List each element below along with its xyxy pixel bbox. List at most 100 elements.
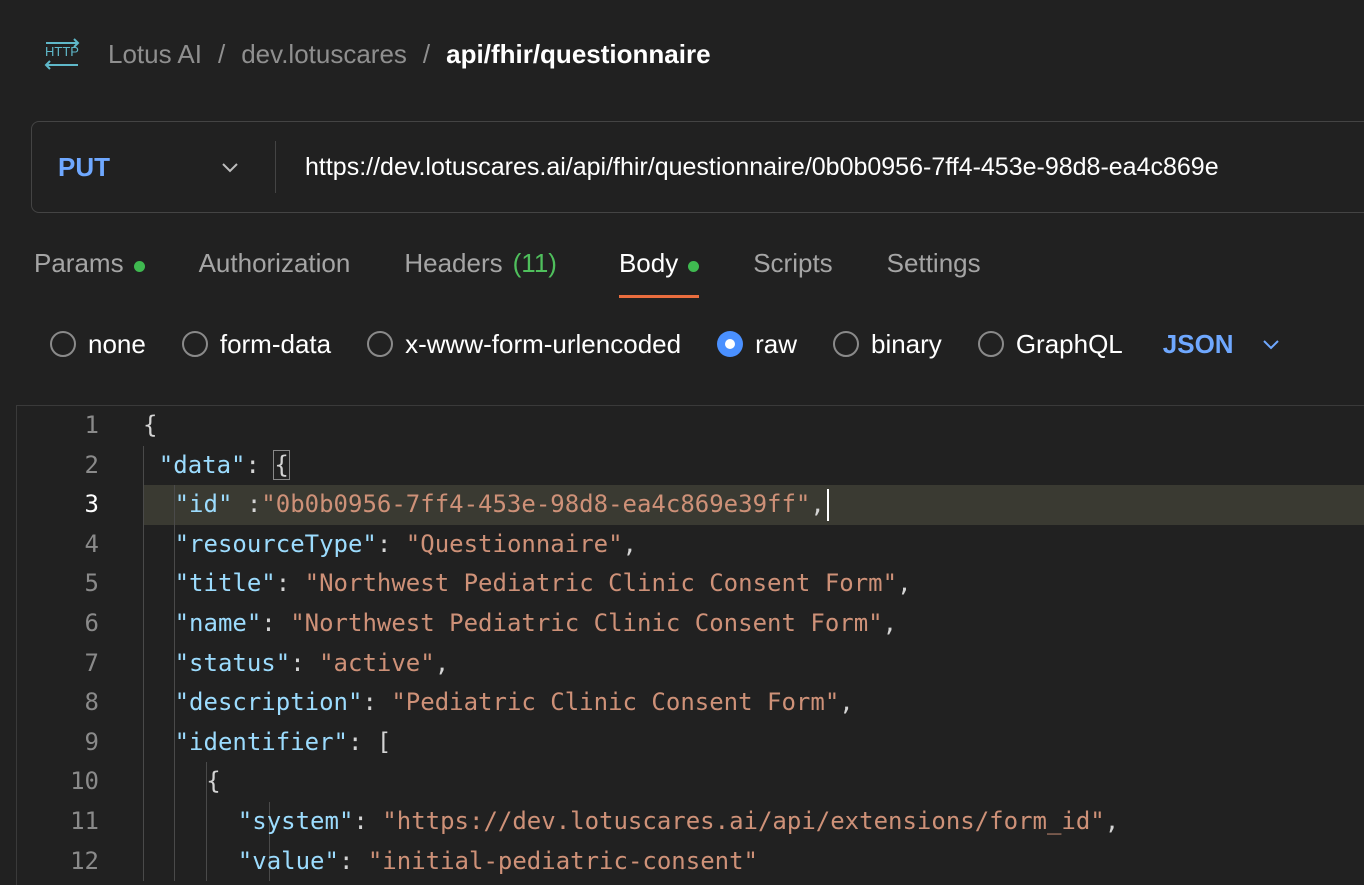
code-line[interactable]: 3 "id" :"0b0b0956-7ff4-453e-98d8-ea4c869e…: [17, 485, 1364, 525]
body-type-form-data[interactable]: form-data: [181, 328, 332, 360]
code-line[interactable]: 6 "name": "Northwest Pediatric Clinic Con…: [17, 603, 1364, 644]
tab-label: Params: [34, 248, 124, 278]
radio-button[interactable]: [181, 331, 208, 357]
tab-label: Headers: [404, 248, 503, 278]
indent-guide: [174, 841, 175, 882]
tab-label: Authorization: [198, 248, 351, 278]
indent-guide: [143, 643, 144, 684]
json-key: "value": [237, 846, 339, 875]
indent-guide: [143, 841, 144, 882]
json-punctuation: ,: [1104, 806, 1120, 835]
json-key: "title": [174, 569, 276, 598]
line-content: {: [143, 406, 1364, 446]
json-punctuation: :: [261, 608, 291, 637]
json-key: "resourceType": [174, 529, 377, 558]
indent-guide: [143, 722, 144, 763]
code-line[interactable]: 10 {: [17, 762, 1364, 802]
code-text: "value": "initial-pediatric-consent": [238, 842, 758, 882]
code-text: {: [143, 406, 157, 446]
tab-scripts[interactable]: Scripts: [753, 240, 832, 298]
code-line[interactable]: 8 "description": "Pediatric Clinic Consen…: [17, 683, 1364, 723]
breadcrumb-workspace[interactable]: Lotus AI: [108, 39, 202, 70]
code-line[interactable]: 9 "identifier": [: [17, 722, 1364, 763]
tab-body[interactable]: Body: [618, 240, 700, 298]
indent-guide: [206, 841, 207, 882]
radio-button[interactable]: [367, 331, 394, 357]
body-type-raw[interactable]: raw: [717, 329, 797, 360]
body-type-binary[interactable]: binary: [832, 329, 942, 360]
code-line[interactable]: 2 "data": {: [17, 445, 1364, 486]
http-icon: HTTP: [42, 34, 82, 74]
line-number: 10: [70, 767, 99, 796]
json-punctuation: ,: [810, 490, 825, 519]
line-number: 6: [84, 608, 99, 637]
json-punctuation: :: [376, 529, 406, 558]
indent-guide: [143, 801, 144, 842]
radio-button[interactable]: [977, 331, 1004, 357]
tab-authorization[interactable]: Authorization: [199, 240, 351, 298]
json-punctuation: ,: [434, 648, 450, 677]
url-input[interactable]: https://dev.lotuscares.ai/api/fhir/quest…: [276, 153, 1364, 182]
code-text: "name": "Northwest Pediatric Clinic Cons…: [175, 604, 897, 644]
line-number: 1: [84, 411, 99, 439]
chevron-down-icon: [1260, 333, 1282, 355]
indent-guide: [143, 564, 144, 604]
line-content: "identifier": [: [143, 722, 1364, 763]
tab-headers[interactable]: Headers (11): [404, 240, 557, 298]
line-content: "data": {: [143, 445, 1364, 486]
json-punctuation: :: [347, 727, 377, 756]
code-line[interactable]: 4 "resourceType": "Questionnaire",: [17, 524, 1364, 565]
tab-settings[interactable]: Settings: [887, 240, 981, 298]
json-key: "system": [237, 806, 354, 835]
radio-button[interactable]: [832, 331, 859, 357]
line-content: "status": "active",: [143, 643, 1364, 684]
code-line[interactable]: 5 "title": "Northwest Pediatric Clinic Co…: [17, 564, 1364, 604]
line-content: "description": "Pediatric Clinic Consent…: [143, 683, 1364, 723]
indent-guide: [206, 801, 207, 842]
indent-guide: [143, 603, 144, 644]
code-text: "system": "https://dev.lotuscares.ai/api…: [238, 802, 1119, 842]
json-punctuation: ,: [882, 608, 898, 637]
line-number: 2: [84, 450, 99, 479]
indent-guide: [174, 762, 175, 802]
json-string: "initial-pediatric-consent": [367, 846, 758, 875]
code-line[interactable]: 11 "system": "https://dev.lotuscares.ai/a…: [17, 801, 1364, 842]
breadcrumb-request-name[interactable]: api/fhir/questionnaire: [446, 39, 710, 70]
tab-params[interactable]: Params: [34, 240, 145, 298]
code-line[interactable]: 1{: [17, 406, 1364, 446]
code-line[interactable]: 7 "status": "active",: [17, 643, 1364, 684]
status-dot: [133, 261, 145, 272]
language-select[interactable]: JSON: [1163, 329, 1282, 360]
json-string: "Pediatric Clinic Consent Form": [391, 688, 840, 717]
body-type-graphql[interactable]: GraphQL: [977, 329, 1123, 360]
body-type-selector: none form-data x-www-form-urlencoded raw…: [50, 322, 1282, 366]
headers-count: (11): [512, 248, 557, 278]
breadcrumb-separator: /: [217, 38, 226, 69]
json-punctuation: ,: [839, 688, 854, 717]
tab-label: Settings: [886, 248, 981, 278]
body-type-urlencoded[interactable]: x-www-form-urlencoded: [367, 329, 681, 360]
request-tabs: Params Authorization Headers (11) Body S…: [34, 240, 981, 300]
line-number: 12: [70, 846, 99, 875]
json-key: "id": [174, 490, 233, 519]
breadcrumb-collection[interactable]: dev.lotuscares: [241, 39, 407, 70]
code-line[interactable]: 12 "value": "initial-pediatric-consent": [17, 841, 1364, 882]
line-number: 5: [84, 569, 99, 598]
indent-guide: [143, 683, 144, 723]
json-key: "data": [158, 450, 246, 479]
indent-guide: [143, 524, 144, 565]
json-string: "https://dev.lotuscares.ai/api/extension…: [382, 806, 1105, 835]
body-type-none[interactable]: none: [50, 329, 146, 360]
line-content: "name": "Northwest Pediatric Clinic Cons…: [143, 603, 1364, 644]
radio-button[interactable]: [50, 331, 76, 357]
code-editor[interactable]: 1{2 "data": {3 "id" :"0b0b0956-7ff4-453e-9…: [16, 405, 1364, 885]
method-select[interactable]: PUT: [32, 141, 276, 193]
tab-label: Scripts: [753, 248, 833, 278]
indent-guide: [143, 485, 144, 525]
language-label: JSON: [1162, 328, 1234, 359]
radio-button-checked[interactable]: [717, 331, 744, 357]
json-punctuation: {: [273, 449, 290, 480]
code-text: {: [206, 762, 220, 802]
code-text: "resourceType": "Questionnaire",: [175, 525, 637, 565]
radio-label: form-data: [219, 328, 332, 359]
